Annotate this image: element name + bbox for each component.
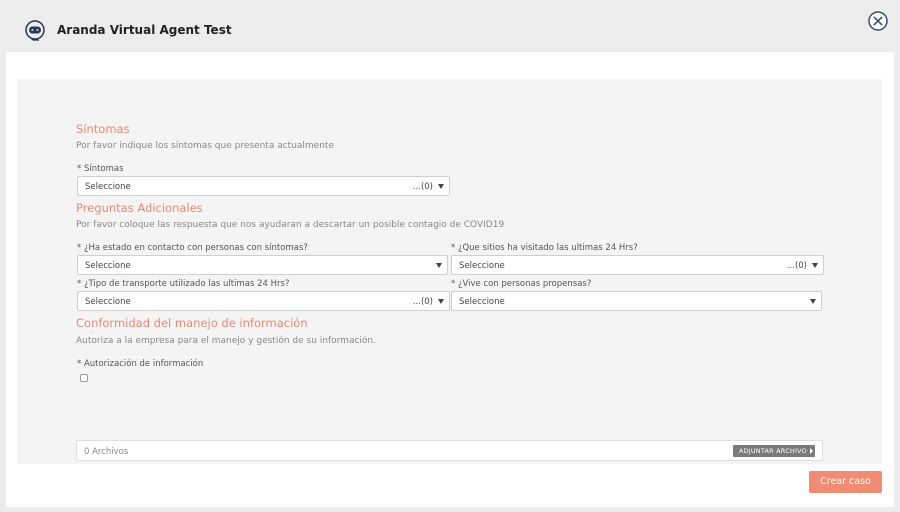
select-sintomas[interactable]: Seleccione ...(0) xyxy=(77,176,450,196)
section-title-preguntas: Preguntas Adicionales xyxy=(76,201,203,215)
chevron-down-icon xyxy=(436,263,442,268)
section-desc-sintomas: Por favor indique los síntomas que prese… xyxy=(76,141,334,151)
chevron-down-icon xyxy=(812,263,818,268)
select-sintomas-value: Seleccione xyxy=(85,182,131,192)
triangle-right-icon xyxy=(810,448,813,454)
create-case-button[interactable]: Crear caso xyxy=(809,471,882,493)
select-transporte-value: Seleccione xyxy=(85,297,131,307)
autorizacion-checkbox[interactable] xyxy=(80,374,88,382)
section-desc-preguntas: Por favor coloque las respuesta que nos … xyxy=(76,220,505,230)
section-title-conformidad: Conformidad del manejo de información xyxy=(76,316,308,330)
select-propensas[interactable]: Seleccione xyxy=(451,291,822,311)
label-autorizacion: * Autorización de información xyxy=(77,359,204,369)
label-sintomas: * Síntomas xyxy=(77,164,124,174)
label-propensas: * ¿Vive con personas propensas? xyxy=(451,279,592,289)
chevron-down-icon xyxy=(438,299,444,304)
select-contacto-value: Seleccione xyxy=(85,261,131,271)
close-icon[interactable] xyxy=(868,11,888,31)
chevron-down-icon xyxy=(438,184,444,189)
attachments-count: 0 Archivos xyxy=(84,447,129,457)
attach-file-button[interactable]: ADJUNTAR ARCHIVO xyxy=(732,445,815,457)
select-sintomas-count: ...(0) xyxy=(412,182,433,192)
select-sitios-value: Seleccione xyxy=(459,261,505,271)
label-sitios: * ¿Que sitios ha visitado las ultimas 24… xyxy=(451,243,638,253)
virtual-agent-logo-icon xyxy=(25,20,45,41)
select-sitios[interactable]: Seleccione ...(0) xyxy=(451,255,824,275)
select-transporte[interactable]: Seleccione ...(0) xyxy=(77,291,450,311)
section-title-sintomas: Síntomas xyxy=(76,122,130,136)
header-bar: Aranda Virtual Agent Test xyxy=(0,0,900,52)
app-title: Aranda Virtual Agent Test xyxy=(57,23,232,37)
chevron-down-icon xyxy=(810,299,816,304)
label-transporte: * ¿Tipo de transporte utilizado las ulti… xyxy=(77,279,290,289)
attachments-bar: 0 Archivos ADJUNTAR ARCHIVO xyxy=(76,440,823,461)
select-contacto[interactable]: Seleccione xyxy=(77,255,448,275)
select-sitios-count: ...(0) xyxy=(786,261,807,271)
select-propensas-value: Seleccione xyxy=(459,297,505,307)
attach-file-label: ADJUNTAR ARCHIVO xyxy=(738,447,807,455)
label-contacto: * ¿Ha estado en contacto con personas co… xyxy=(77,243,308,253)
section-desc-conformidad: Autoriza a la empresa para el manejo y g… xyxy=(76,336,376,346)
select-transporte-count: ...(0) xyxy=(412,297,433,307)
